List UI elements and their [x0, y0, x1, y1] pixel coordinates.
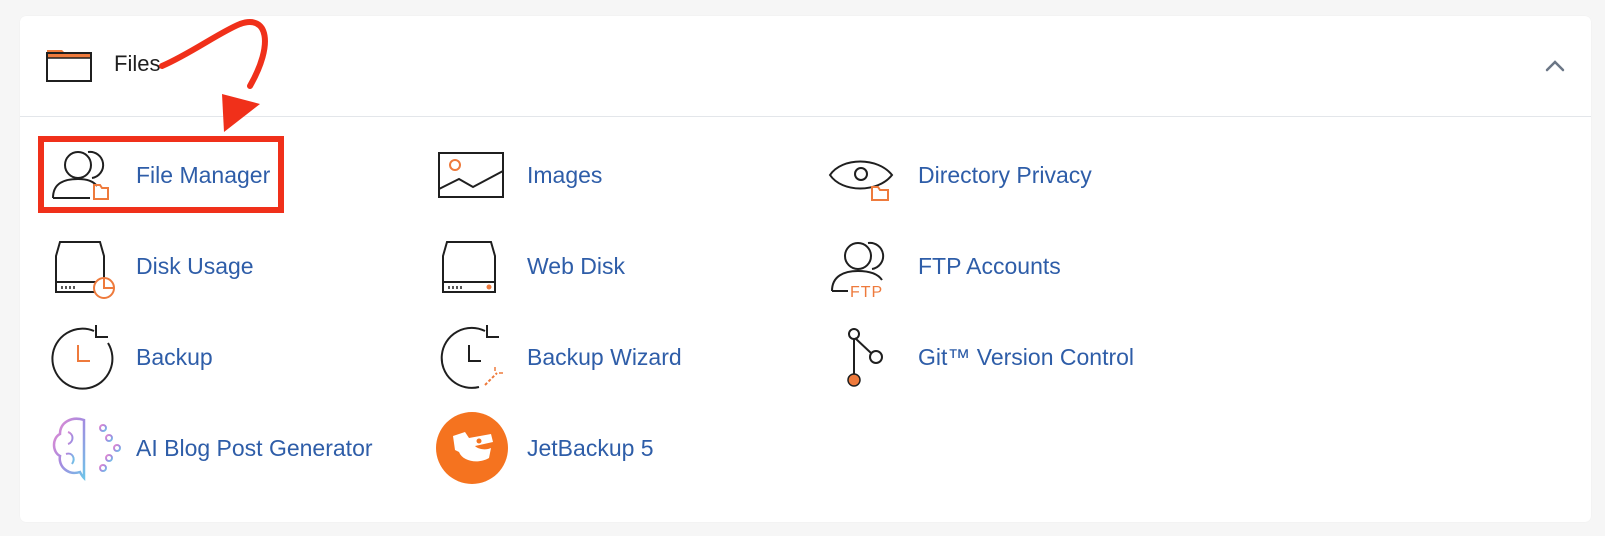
- images-item[interactable]: Images: [435, 135, 602, 215]
- web-disk-item[interactable]: Web Disk: [435, 226, 625, 306]
- drive-icon: [442, 241, 496, 293]
- brain-circuit-icon: [52, 417, 121, 482]
- clock-wand-icon: [440, 325, 503, 389]
- backup-item[interactable]: Backup: [44, 317, 213, 397]
- jetbackup-label: JetBackup 5: [527, 434, 654, 461]
- git-version-control-label: Git™ Version Control: [918, 343, 1135, 370]
- backup-wizard-item[interactable]: Backup Wizard: [435, 317, 682, 397]
- red-arrow-icon: [159, 19, 268, 132]
- backup-wizard-label: Backup Wizard: [527, 343, 682, 370]
- ai-blog-post-generator-label: AI Blog Post Generator: [136, 434, 373, 461]
- eye-folder-icon: [828, 160, 894, 201]
- clock-arrow-icon: [51, 325, 114, 390]
- highlight-box: [38, 136, 284, 213]
- ai-blog-post-generator-item[interactable]: AI Blog Post Generator: [44, 408, 373, 488]
- images-label: Images: [527, 161, 603, 188]
- ftp-accounts-item[interactable]: FTP FTP Accounts: [826, 226, 1061, 306]
- git-version-control-item[interactable]: Git™ Version Control: [826, 317, 1134, 397]
- ftp-accounts-label: FTP Accounts: [918, 252, 1061, 279]
- backup-label: Backup: [136, 343, 213, 370]
- jetbackup-item[interactable]: JetBackup 5: [435, 408, 654, 488]
- ftp-icon-text: FTP: [850, 284, 883, 301]
- image-icon: [438, 152, 504, 198]
- disk-usage-item[interactable]: Disk Usage: [44, 226, 254, 306]
- disk-usage-label: Disk Usage: [136, 252, 254, 279]
- directory-privacy-item[interactable]: Directory Privacy: [826, 135, 1092, 215]
- user-ftp-icon: FTP: [831, 241, 885, 301]
- folder-icon: [46, 50, 92, 82]
- chevron-up-icon[interactable]: [1543, 54, 1567, 78]
- jetbackup-logo-icon: [436, 412, 508, 484]
- disk-chart-icon: [55, 241, 115, 299]
- directory-privacy-label: Directory Privacy: [918, 161, 1092, 188]
- git-branch-icon: [847, 328, 883, 387]
- web-disk-label: Web Disk: [527, 252, 625, 279]
